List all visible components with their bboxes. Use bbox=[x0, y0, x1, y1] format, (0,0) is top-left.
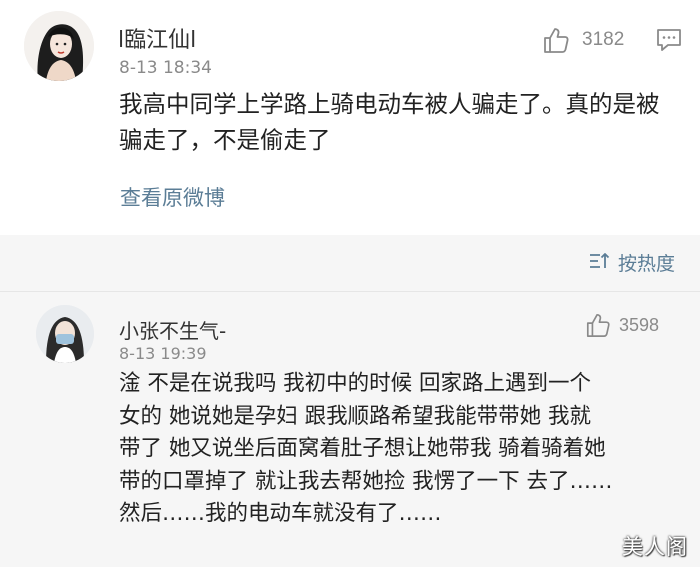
reply-text: 淦 不是在说我吗 我初中的时候 回家路上遇到一个 女的 她说她是孕妇 跟我顺路希… bbox=[119, 368, 679, 531]
reply-line: 然后……我的电动车就没有了…… bbox=[119, 501, 442, 526]
avatar[interactable] bbox=[24, 11, 94, 81]
avatar-illustration bbox=[36, 305, 94, 363]
username[interactable]: 小张不生气- bbox=[119, 315, 226, 344]
like-button[interactable]: 3182 bbox=[542, 25, 624, 55]
like-count: 3598 bbox=[619, 314, 660, 335]
reply-line: 带的口罩掉了 就让我去帮她捡 我愣了一下 去了…… bbox=[119, 468, 613, 494]
reply-line: 淦 不是在说我吗 我初中的时候 回家路上遇到一个 bbox=[119, 371, 592, 396]
replies-section: 按热度 小张不生气- 8-13 19:39 3598 淦 不是在说我吗 我初中的… bbox=[0, 235, 700, 567]
username[interactable]: l臨江仙l bbox=[118, 22, 196, 54]
timestamp: 8-13 19:39 bbox=[119, 344, 207, 363]
thumbs-up-icon bbox=[585, 312, 611, 338]
avatar[interactable] bbox=[36, 305, 94, 363]
thumbs-up-icon bbox=[542, 26, 570, 54]
watermark: 美人阁 bbox=[622, 535, 688, 559]
timestamp: 8-13 18:34 bbox=[119, 58, 212, 78]
sort-icon bbox=[588, 251, 610, 275]
sort-button[interactable]: 按热度 bbox=[588, 249, 675, 276]
comment-page: l臨江仙l 8-13 18:34 3182 我高中同学上学路上骑电动车被人骗走了… bbox=[0, 0, 700, 567]
like-count: 3182 bbox=[582, 29, 625, 50]
reply-line: 女的 她说她是孕妇 跟我顺路希望我能带带她 我就 bbox=[119, 403, 592, 429]
avatar-illustration bbox=[24, 11, 94, 81]
comment-icon[interactable] bbox=[655, 27, 683, 53]
like-button[interactable]: 3598 bbox=[585, 311, 659, 339]
comment-text: 我高中同学上学路上骑电动车被人骗走了。真的是被骗走了，不是偷走了 bbox=[119, 90, 660, 154]
divider bbox=[0, 291, 700, 292]
sort-label: 按热度 bbox=[617, 253, 675, 275]
reply-line: 带了 她又说坐后面窝着肚子想让她带我 骑着骑着她 bbox=[119, 436, 606, 461]
view-original-link[interactable]: 查看原微博 bbox=[120, 182, 225, 212]
main-comment: l臨江仙l 8-13 18:34 3182 我高中同学上学路上骑电动车被人骗走了… bbox=[0, 0, 700, 235]
